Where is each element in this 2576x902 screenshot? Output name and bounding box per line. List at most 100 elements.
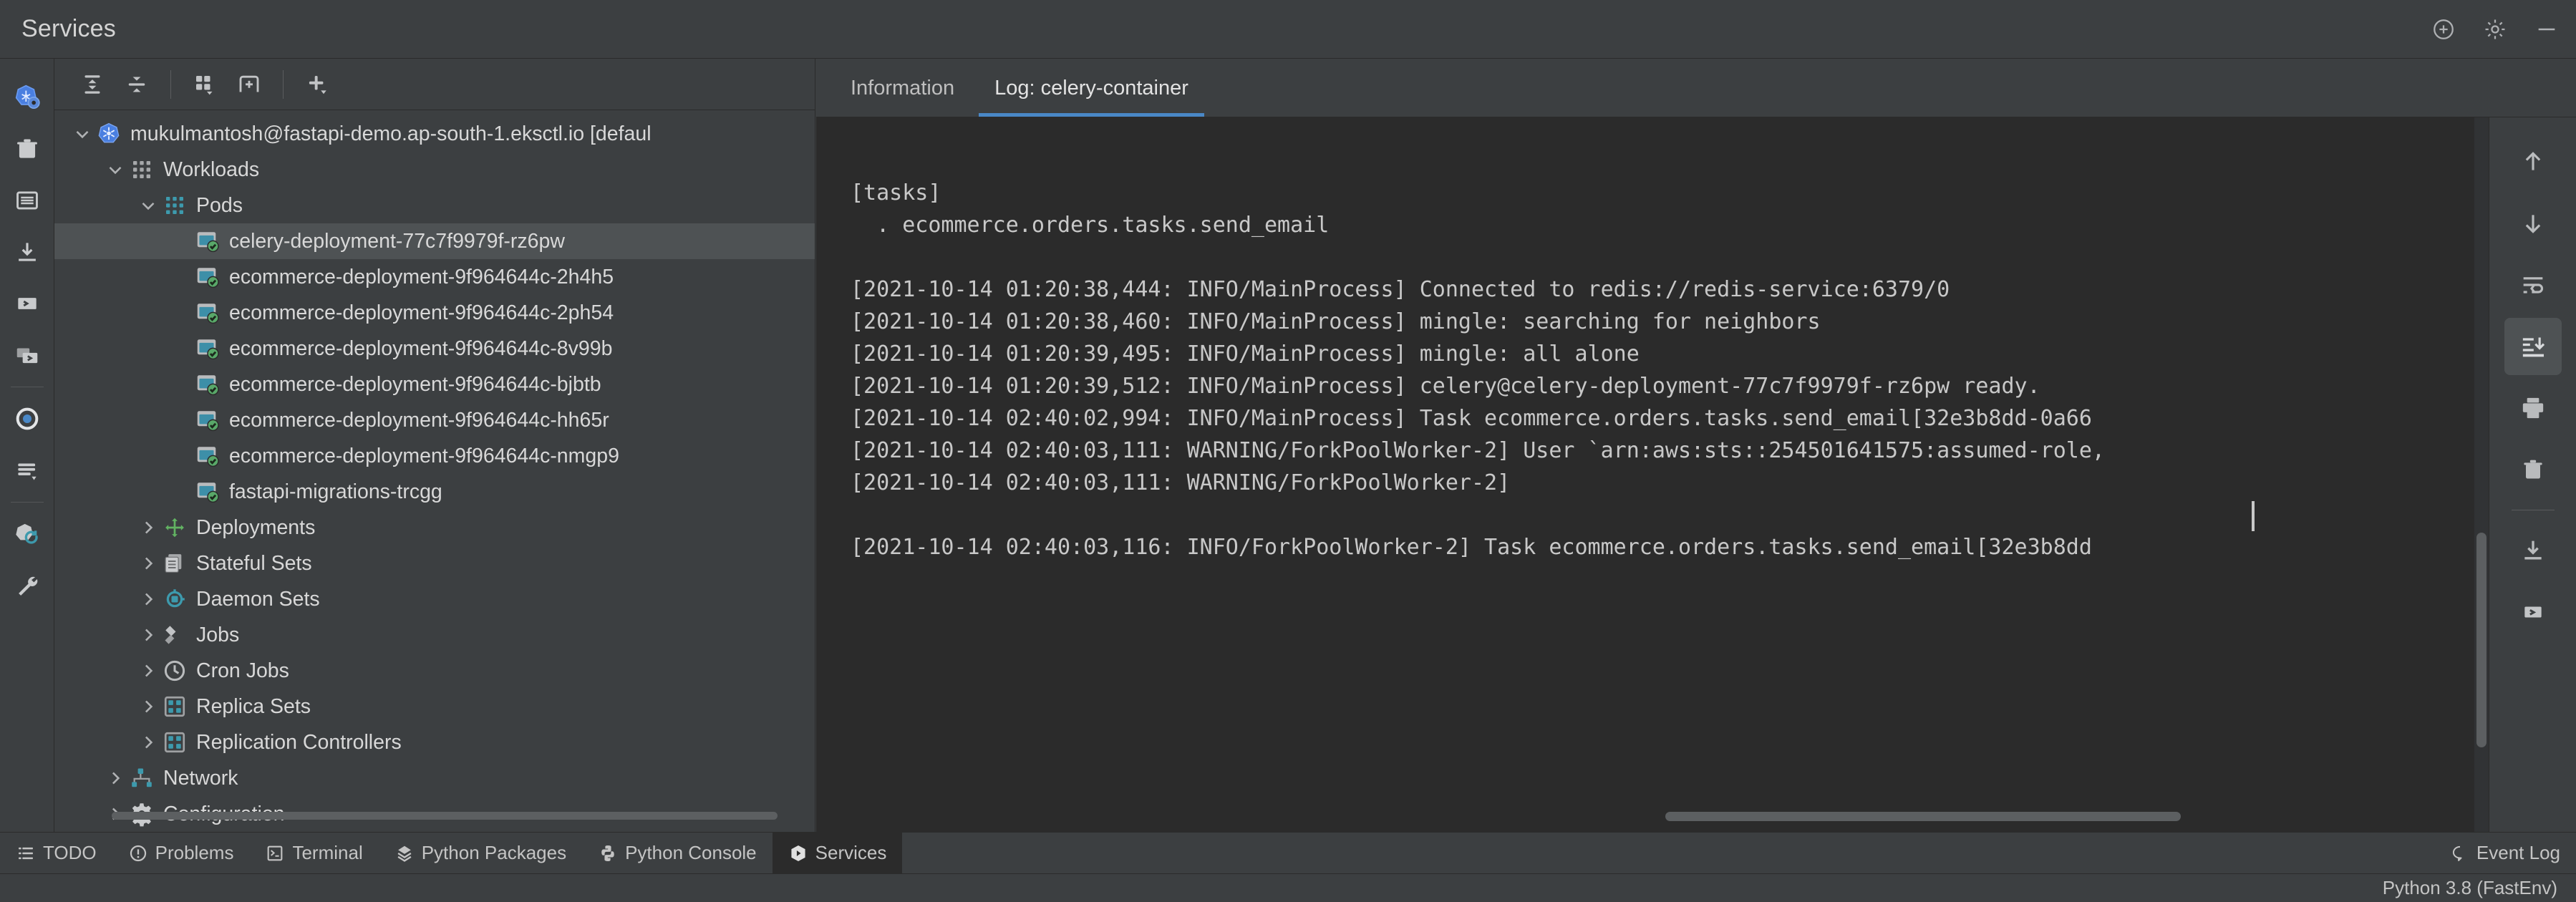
tool-window-label: TODO xyxy=(43,842,97,863)
tree-item-daemon-sets[interactable]: Daemon Sets xyxy=(54,581,815,617)
status-bar: Python 3.8 (FastEnv) xyxy=(0,873,2576,902)
log-line: [2021-10-14 01:20:39,495: INFO/MainProce… xyxy=(851,341,1640,367)
tree-item-cron-jobs[interactable]: Cron Jobs xyxy=(54,653,815,689)
settings-wrench-icon[interactable] xyxy=(5,560,49,611)
scroll-down-icon[interactable] xyxy=(2504,195,2562,252)
chevron-right-icon[interactable] xyxy=(136,732,160,753)
tree-item-deployments[interactable]: Deployments xyxy=(54,510,815,545)
chevron-right-icon[interactable] xyxy=(136,517,160,538)
log-horizontal-scrollbar[interactable] xyxy=(816,812,2474,823)
tool-window-python-packages[interactable]: Python Packages xyxy=(379,833,582,874)
services-tree-panel: mukulmantosh@fastapi-demo.ap-south-1.eks… xyxy=(54,59,815,832)
tree-item-pods[interactable]: Pods xyxy=(54,188,815,223)
tree-item-ecommerce-deployment-9f964644c-8v99b[interactable]: ecommerce-deployment-9f964644c-8v99b xyxy=(54,331,815,367)
log-line: [2021-10-14 01:20:39,512: INFO/MainProce… xyxy=(851,374,2040,399)
soft-wrap-icon[interactable] xyxy=(2504,256,2562,314)
tree-item-label: Stateful Sets xyxy=(196,551,312,575)
open-console-icon[interactable] xyxy=(2504,583,2562,641)
python-interpreter-label[interactable]: Python 3.8 (FastEnv) xyxy=(2383,877,2557,899)
tool-window-services[interactable]: Services xyxy=(772,832,903,874)
refresh-icon[interactable] xyxy=(5,508,49,560)
log-actions-toolbar xyxy=(2489,117,2576,832)
tree-item-ecommerce-deployment-9f964644c-nmgp9[interactable]: ecommerce-deployment-9f964644c-nmgp9 xyxy=(54,438,815,474)
kubernetes-tree[interactable]: mukulmantosh@fastapi-demo.ap-south-1.eks… xyxy=(54,110,815,832)
tree-item-label: ecommerce-deployment-9f964644c-nmgp9 xyxy=(229,444,619,467)
tree-item-jobs[interactable]: Jobs xyxy=(54,617,815,653)
delete-icon[interactable] xyxy=(5,123,49,175)
log-output[interactable]: [tasks] . ecommerce.orders.tasks.send_em… xyxy=(816,117,2489,832)
tree-scrollbar-thumb[interactable] xyxy=(112,812,778,820)
chevron-down-icon[interactable] xyxy=(136,195,160,216)
kubernetes-settings-icon[interactable] xyxy=(5,72,49,123)
tree-item-label: fastapi-migrations-trcgg xyxy=(229,480,442,503)
tree-item-ecommerce-deployment-9f964644c-2h4h5[interactable]: ecommerce-deployment-9f964644c-2h4h5 xyxy=(54,259,815,295)
tab-information[interactable]: Information xyxy=(831,59,974,117)
event-log-button[interactable]: Event Log xyxy=(2435,833,2576,874)
show-logs-icon[interactable] xyxy=(5,445,49,496)
log-vertical-scrollbar[interactable] xyxy=(2474,117,2489,832)
tree-item-label: ecommerce-deployment-9f964644c-8v99b xyxy=(229,336,613,360)
tree-item-stateful-sets[interactable]: Stateful Sets xyxy=(54,545,815,581)
tree-item-label: Replication Controllers xyxy=(196,730,402,754)
log-line: [tasks] xyxy=(851,180,941,205)
tool-window-python-console[interactable]: Python Console xyxy=(582,833,773,874)
tree-item-ecommerce-deployment-9f964644c-bjbtb[interactable]: ecommerce-deployment-9f964644c-bjbtb xyxy=(54,367,815,402)
tree-item-ecommerce-deployment-9f964644c-2ph54[interactable]: ecommerce-deployment-9f964644c-2ph54 xyxy=(54,295,815,331)
tree-horizontal-scrollbar[interactable] xyxy=(54,810,815,820)
chevron-down-icon[interactable] xyxy=(103,159,127,180)
tool-window-terminal[interactable]: Terminal xyxy=(249,833,378,874)
expand-all-button[interactable] xyxy=(70,64,115,105)
chevron-right-icon[interactable] xyxy=(136,696,160,717)
collapse-all-button[interactable] xyxy=(115,64,159,105)
chevron-right-icon[interactable] xyxy=(136,624,160,646)
tree-item-replica-sets[interactable]: Replica Sets xyxy=(54,689,815,724)
tree-item-label: Network xyxy=(163,766,238,790)
tree-item-replication-controllers[interactable]: Replication Controllers xyxy=(54,724,815,760)
scroll-up-icon[interactable] xyxy=(2504,133,2562,190)
group-by-button[interactable] xyxy=(183,64,227,105)
chevron-right-icon[interactable] xyxy=(136,588,160,610)
tool-window-label: Services xyxy=(815,842,887,863)
services-actions-strip xyxy=(0,59,54,832)
settings-gear-icon[interactable] xyxy=(2473,7,2517,52)
workloads-icon xyxy=(127,155,156,184)
follow-logs-icon[interactable] xyxy=(5,393,49,445)
chevron-right-icon[interactable] xyxy=(136,660,160,682)
tree-item-network[interactable]: Network xyxy=(54,760,815,796)
chevron-down-icon[interactable] xyxy=(70,123,95,145)
tree-item-ecommerce-deployment-9f964644c-hh65r[interactable]: ecommerce-deployment-9f964644c-hh65r xyxy=(54,402,815,438)
tree-item-mukulmantosh-fastapi-demo-ap-south-1-eks[interactable]: mukulmantosh@fastapi-demo.ap-south-1.eks… xyxy=(54,116,815,152)
tree-item-celery-deployment-77c7f9979f-rz6pw[interactable]: celery-deployment-77c7f9979f-rz6pw xyxy=(54,223,815,259)
daemon-sets-icon xyxy=(160,585,189,614)
open-console-icon[interactable] xyxy=(5,278,49,329)
network-icon xyxy=(127,764,156,792)
tree-item-label: celery-deployment-77c7f9979f-rz6pw xyxy=(229,229,565,253)
describe-resource-icon[interactable] xyxy=(5,175,49,226)
tool-window-bar: TODO Problems Terminal Python Packages Pytho… xyxy=(0,832,2576,874)
log-hscroll-thumb[interactable] xyxy=(1665,812,2181,821)
tree-item-workloads[interactable]: Workloads xyxy=(54,152,815,188)
log-vscroll-thumb[interactable] xyxy=(2476,533,2487,747)
event-log-icon xyxy=(2451,844,2469,863)
download-icon[interactable] xyxy=(2504,522,2562,579)
add-service-button[interactable] xyxy=(295,64,339,105)
scroll-to-end-icon[interactable] xyxy=(2504,318,2562,375)
minimize-icon[interactable] xyxy=(2524,7,2569,52)
tree-item-label: Cron Jobs xyxy=(196,659,289,682)
chevron-right-icon[interactable] xyxy=(103,767,127,789)
open-shell-icon[interactable] xyxy=(5,329,49,381)
tool-window-todo[interactable]: TODO xyxy=(0,833,112,874)
tree-item-label: Workloads xyxy=(163,157,260,181)
clear-all-icon[interactable] xyxy=(2504,441,2562,498)
chevron-right-icon[interactable] xyxy=(136,553,160,574)
stateful-sets-icon xyxy=(160,549,189,578)
tree-item-fastapi-migrations-trcgg[interactable]: fastapi-migrations-trcgg xyxy=(54,474,815,510)
add-tab-button[interactable] xyxy=(227,64,271,105)
inspection-widget-icon[interactable] xyxy=(2421,7,2466,52)
print-icon[interactable] xyxy=(2504,379,2562,437)
tab-log-celery-container[interactable]: Log: celery-container xyxy=(974,59,1209,117)
tool-window-problems[interactable]: Problems xyxy=(112,833,250,874)
download-logs-icon[interactable] xyxy=(5,226,49,278)
